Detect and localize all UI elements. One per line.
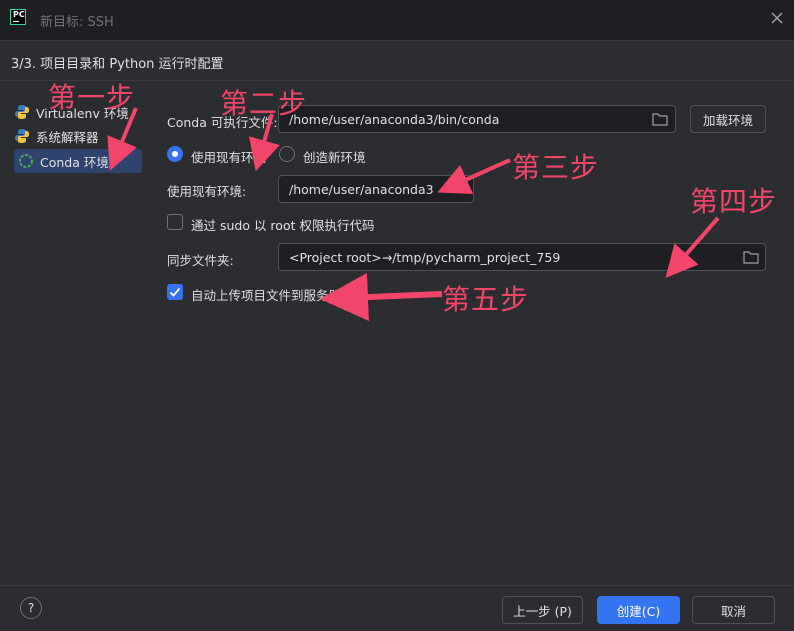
conda-exec-input[interactable]: /home/user/anaconda3/bin/conda (278, 105, 676, 133)
existing-env-select[interactable]: /home/user/anaconda3 (278, 175, 474, 203)
close-icon[interactable] (769, 10, 785, 26)
annotation-step5: 第五步 (442, 283, 530, 316)
conda-exec-value: /home/user/anaconda3/bin/conda (289, 111, 500, 127)
divider (0, 40, 794, 41)
pycharm-logo-icon: PC (10, 9, 26, 25)
sync-folder-value: <Project root>→/tmp/pycharm_project_759 (289, 249, 561, 265)
sudo-checkbox[interactable] (167, 214, 183, 230)
divider (0, 585, 794, 586)
sync-folder-input[interactable]: <Project root>→/tmp/pycharm_project_759 (278, 243, 766, 271)
cancel-button[interactable]: 取消 (692, 596, 775, 624)
step-title: 3/3. 项目目录和 Python 运行时配置 (11, 57, 224, 72)
create-new-radio[interactable] (279, 146, 295, 162)
folder-icon[interactable] (743, 250, 759, 264)
create-button[interactable]: 创建(C) (597, 596, 680, 624)
sudo-label: 通过 sudo 以 root 权限执行代码 (191, 218, 375, 233)
sidebar-item-system-interpreter[interactable]: 系统解释器 (14, 124, 99, 148)
sidebar-item-label: Conda 环境 (40, 154, 109, 170)
sidebar-item-label: 系统解释器 (36, 129, 99, 145)
python-icon (15, 105, 29, 119)
previous-button[interactable]: 上一步 (P) (502, 596, 583, 624)
create-new-label: 创造新环境 (303, 150, 366, 165)
sync-folder-label: 同步文件夹: (167, 253, 234, 268)
annotation-step1: 第一步 (48, 81, 136, 114)
annotation-step2: 第二步 (220, 87, 308, 120)
conda-icon (19, 154, 33, 168)
checkmark-icon (169, 287, 181, 297)
load-env-button[interactable]: 加载环境 (690, 105, 766, 133)
auto-upload-checkbox[interactable] (167, 284, 183, 300)
sidebar-item-conda[interactable]: Conda 环境 (14, 149, 142, 173)
help-button[interactable]: ? (20, 597, 42, 619)
existing-env-value: /home/user/anaconda3 (289, 181, 434, 197)
window-title: 新目标: SSH (40, 15, 114, 30)
folder-icon[interactable] (652, 112, 668, 126)
title-bar: PC 新目标: SSH (0, 0, 794, 40)
arrow-step5 (320, 273, 443, 322)
use-existing-radio[interactable] (167, 146, 183, 162)
chevron-down-icon (456, 187, 466, 193)
annotation-step3: 第三步 (512, 151, 600, 184)
existing-env-label: 使用现有环境: (167, 184, 247, 199)
python-icon (15, 129, 29, 143)
annotation-step4: 第四步 (690, 185, 778, 218)
use-existing-label: 使用现有环境 (191, 150, 267, 165)
auto-upload-label: 自动上传项目文件到服务器 (191, 288, 342, 303)
